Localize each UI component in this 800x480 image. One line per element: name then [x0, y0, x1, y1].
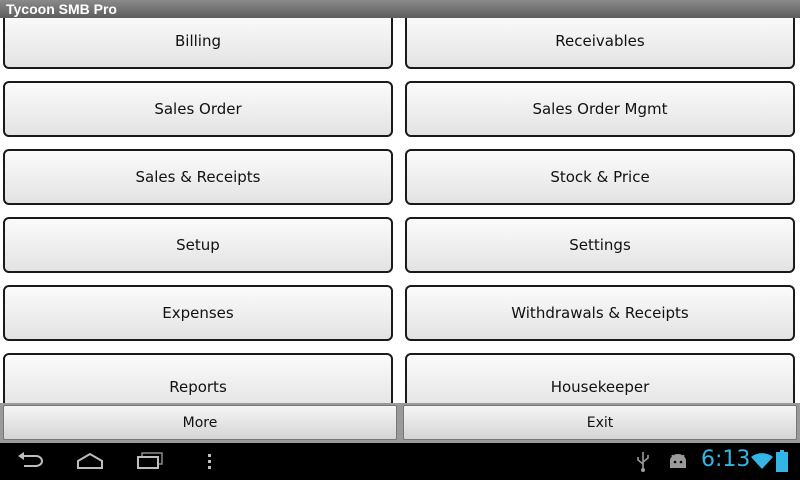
settings-button[interactable]: Settings	[405, 217, 795, 273]
app-title: Tycoon SMB Pro	[6, 1, 117, 17]
overflow-menu-icon[interactable]	[206, 452, 214, 470]
stock-price-button[interactable]: Stock & Price	[405, 149, 795, 205]
sales-order-mgmt-button[interactable]: Sales Order Mgmt	[405, 81, 795, 137]
android-debug-icon	[670, 454, 686, 468]
sales-order-button[interactable]: Sales Order	[3, 81, 393, 137]
clock: 6:13	[701, 447, 751, 472]
receivables-button[interactable]: Receivables	[405, 18, 795, 69]
system-navigation-bar: 6:13	[0, 443, 800, 480]
exit-button[interactable]: Exit	[403, 405, 797, 440]
expenses-button[interactable]: Expenses	[3, 285, 393, 341]
home-icon[interactable]	[75, 452, 105, 470]
battery-icon	[776, 450, 788, 472]
billing-button[interactable]: Billing	[3, 18, 393, 69]
app-title-bar: Tycoon SMB Pro	[0, 0, 800, 18]
withdrawals-receipts-button[interactable]: Withdrawals & Receipts	[405, 285, 795, 341]
menu-grid: Billing Receivables Sales Order Sales Or…	[0, 18, 800, 403]
bottom-action-bar: More Exit	[0, 403, 800, 443]
usb-icon	[637, 452, 649, 472]
recent-apps-icon[interactable]	[136, 452, 164, 470]
wifi-icon	[751, 453, 773, 469]
more-button[interactable]: More	[3, 405, 397, 440]
reports-button[interactable]: Reports	[3, 353, 393, 403]
sales-receipts-button[interactable]: Sales & Receipts	[3, 149, 393, 205]
back-icon[interactable]	[16, 452, 44, 470]
setup-button[interactable]: Setup	[3, 217, 393, 273]
housekeeper-button[interactable]: Housekeeper	[405, 353, 795, 403]
